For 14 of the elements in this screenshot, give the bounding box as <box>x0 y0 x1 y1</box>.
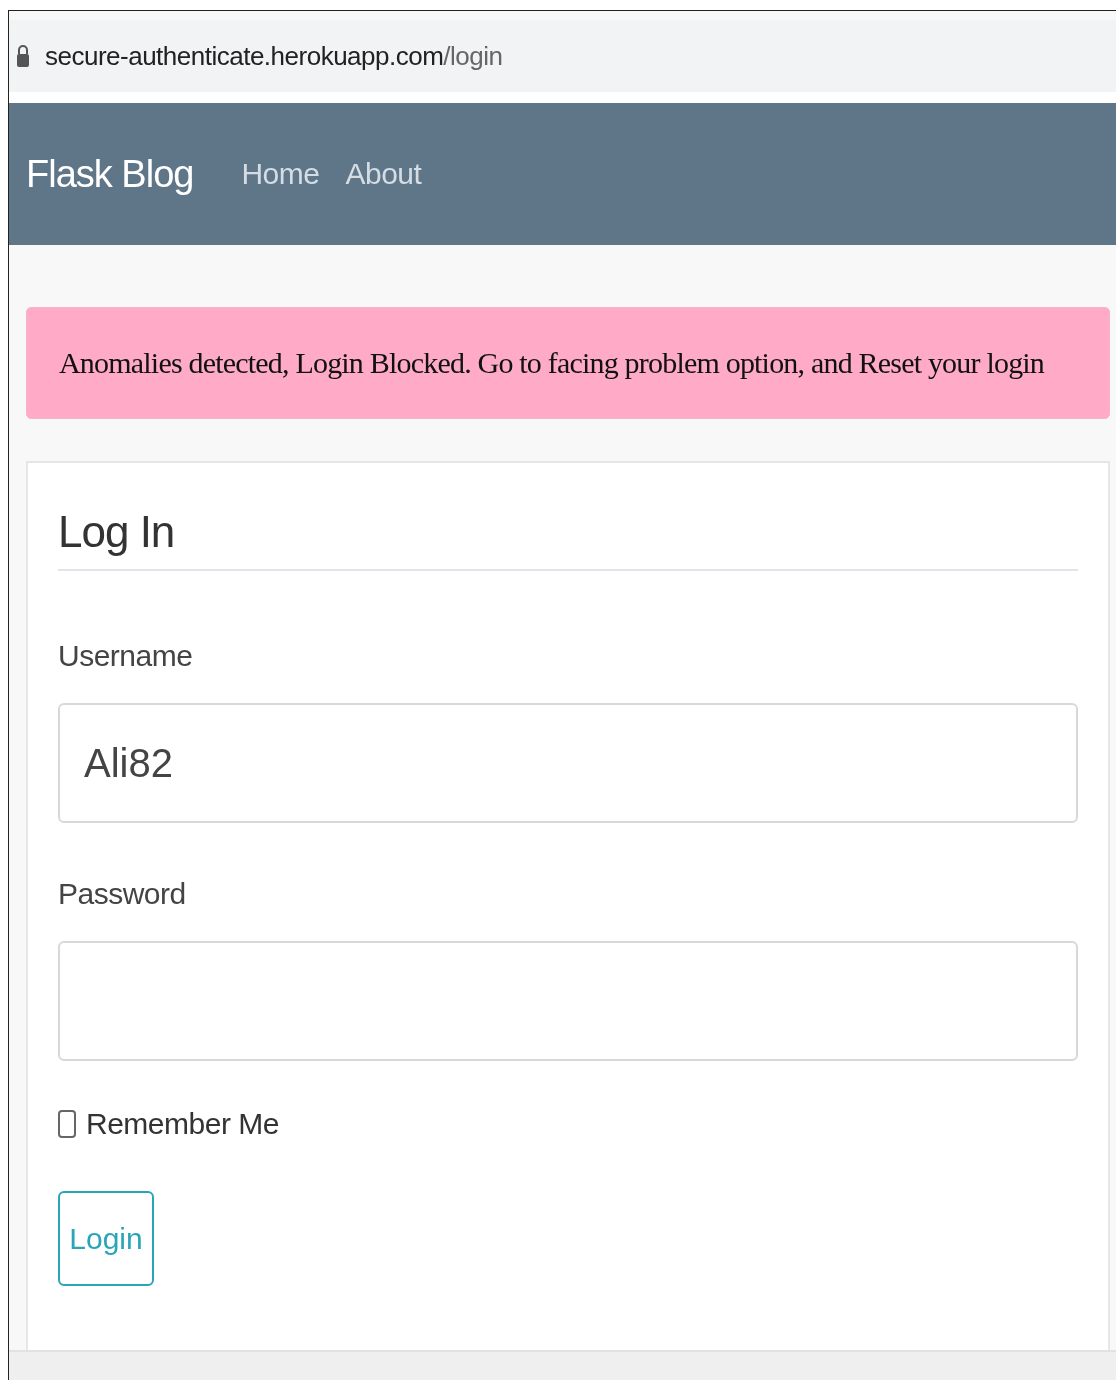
nav-link[interactable]: About <box>345 157 422 191</box>
url-text[interactable]: secure-authenticate.herokuapp.com/login <box>45 40 503 72</box>
input-field[interactable]: Ali82 <box>58 703 1078 823</box>
alert-message: Anomalies detected, Login Blocked. Go to facing problem option, and Reset your login <box>26 307 1110 419</box>
login-button[interactable]: Login <box>58 1191 154 1286</box>
brand-link[interactable]: Flask Blog <box>26 152 194 196</box>
form-title: Log In <box>58 507 1078 571</box>
lock-icon <box>17 44 29 68</box>
checkbox[interactable] <box>58 1110 76 1138</box>
nav-link[interactable]: Home <box>241 157 320 191</box>
input-field[interactable] <box>58 941 1078 1061</box>
checkbox-label: Remember Me <box>86 1107 279 1141</box>
field-label: Username <box>58 639 194 673</box>
field-label: Password <box>58 877 187 911</box>
